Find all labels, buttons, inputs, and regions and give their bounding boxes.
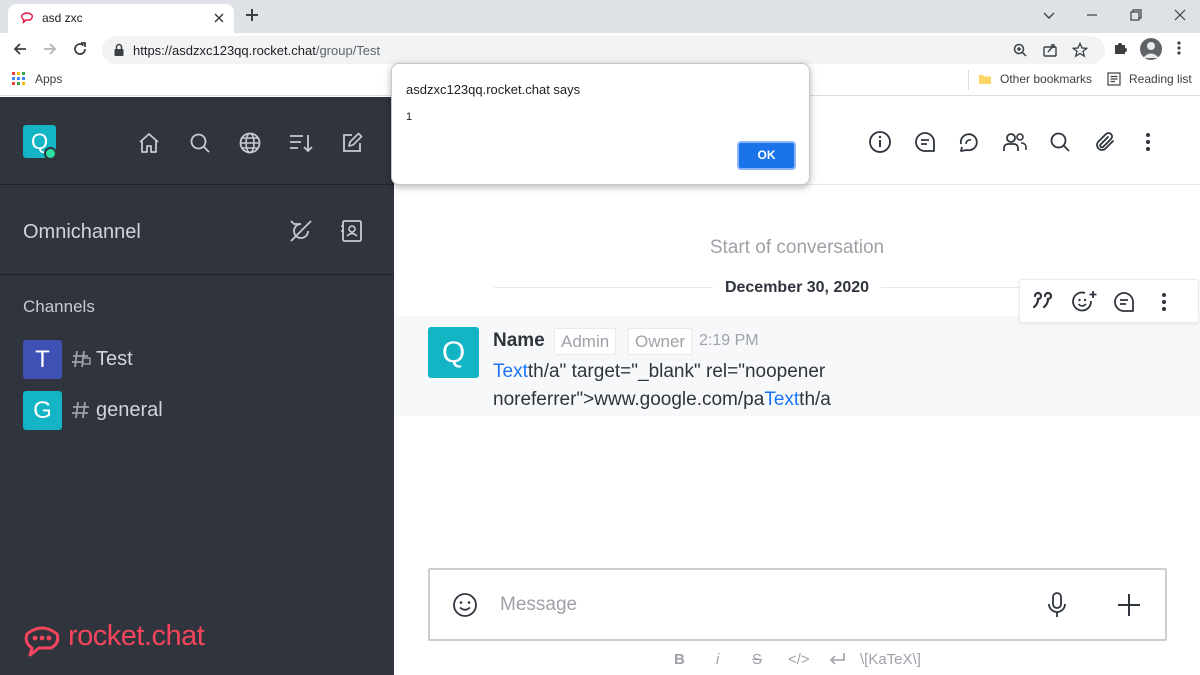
reading-list-icon (1107, 72, 1121, 86)
minimize-icon[interactable] (1085, 8, 1099, 22)
private-hash-icon (71, 348, 91, 370)
tab-title: asd zxc (42, 11, 83, 25)
profile-avatar-icon[interactable] (1140, 38, 1162, 60)
room-info-icon[interactable] (868, 130, 892, 154)
code-button[interactable]: </> (788, 651, 810, 668)
katex-button[interactable]: \[KaTeX\] (860, 651, 921, 668)
share-icon[interactable] (1042, 42, 1058, 58)
browser-tab-strip: asd zxc (0, 0, 1200, 33)
home-icon[interactable] (137, 131, 161, 155)
apps-grid-icon (12, 72, 25, 85)
new-tab-plus-icon[interactable] (244, 7, 260, 23)
sidebar-header: Q (0, 97, 394, 185)
browser-toolbar: https://asdzxc123qq.rocket.chat/group/Te… (0, 33, 1200, 65)
rocket-chat-wordmark: rocket.chat (68, 620, 205, 652)
search-icon[interactable] (188, 131, 212, 155)
formatting-toolbar: B i S </> \[KaTeX\] (394, 648, 1200, 672)
address-bar[interactable]: https://asdzxc123qq.rocket.chat/group/Te… (102, 36, 1105, 64)
forward-arrow-icon[interactable] (42, 41, 58, 57)
message-input[interactable]: Message (500, 594, 577, 616)
message-timestamp: 2:19 PM (699, 332, 759, 349)
sort-icon[interactable] (288, 131, 314, 155)
italic-button[interactable]: i (716, 651, 719, 668)
channel-avatar: T (23, 340, 62, 379)
sidebar-item-test[interactable]: T Test (0, 340, 394, 384)
dialog-message: 1 (406, 111, 413, 123)
microphone-icon[interactable] (1047, 591, 1067, 619)
message-kebab-icon[interactable] (1161, 290, 1167, 314)
zoom-icon[interactable] (1012, 42, 1028, 58)
message[interactable]: Q Name Admin Owner 2:19 PM Textth/a" tar… (394, 316, 1200, 416)
files-paperclip-icon[interactable] (1093, 130, 1117, 154)
kebab-menu-icon[interactable] (1145, 130, 1151, 154)
chrome-menu-icon[interactable] (1176, 40, 1182, 56)
plus-actions-icon[interactable] (1116, 592, 1142, 618)
bookmarks-divider (968, 70, 969, 90)
role-badge-owner: Owner (628, 328, 693, 355)
room-search-icon[interactable] (1048, 130, 1072, 154)
omnichannel-offline-icon[interactable] (288, 218, 314, 244)
message-link[interactable]: Text (764, 389, 799, 410)
members-icon[interactable] (1002, 130, 1028, 154)
lock-icon (113, 43, 125, 57)
multiline-return-icon[interactable] (828, 651, 846, 667)
bookmark-star-icon[interactable] (1072, 42, 1088, 58)
dialog-ok-button[interactable]: OK (737, 141, 796, 170)
channels-section-title: Channels (23, 297, 95, 316)
message-author[interactable]: Name (493, 330, 545, 352)
message-avatar[interactable]: Q (428, 327, 479, 378)
sidebar: Q Omnichannel Channels T Test G general … (0, 97, 394, 675)
channel-name: Test (96, 348, 133, 370)
sidebar-item-general[interactable]: G general (0, 391, 394, 435)
add-reaction-icon[interactable] (1072, 290, 1098, 314)
tab-search-chevron-icon[interactable] (1042, 8, 1056, 22)
tab-close-icon[interactable] (213, 12, 225, 24)
message-action-toolbar (1019, 279, 1199, 323)
message-composer[interactable]: Message (428, 568, 1167, 641)
url-text: https://asdzxc123qq.rocket.chat/group/Te… (133, 43, 381, 58)
emoji-picker-icon[interactable] (452, 592, 478, 618)
rocket-chat-favicon-icon (20, 11, 34, 25)
reply-thread-icon[interactable] (1112, 290, 1136, 314)
back-arrow-icon[interactable] (12, 41, 28, 57)
rocket-chat-logo-icon (23, 623, 61, 657)
apps-label: Apps (35, 72, 63, 86)
restore-icon[interactable] (1129, 8, 1143, 22)
quote-icon[interactable] (1032, 290, 1056, 312)
extensions-puzzle-icon[interactable] (1112, 40, 1128, 56)
channel-name: general (96, 399, 163, 421)
threads-icon[interactable] (913, 130, 937, 154)
reload-icon[interactable] (72, 41, 88, 57)
channel-avatar: G (23, 391, 62, 430)
role-badge-admin: Admin (554, 328, 617, 355)
online-status-dot (44, 147, 57, 160)
alert-dialog: asdzxc123qq.rocket.chat says 1 OK (391, 63, 810, 185)
create-new-pencil-icon[interactable] (340, 131, 364, 155)
hash-icon (71, 399, 91, 421)
strike-button[interactable]: S (752, 651, 762, 668)
start-of-conversation: Start of conversation (709, 237, 885, 258)
contact-center-icon[interactable] (340, 218, 364, 244)
folder-icon (979, 75, 991, 84)
apps-bookmark[interactable]: Apps (12, 72, 62, 86)
bold-button[interactable]: B (674, 651, 685, 668)
message-body: Textth/a" target="_blank" rel="noopener … (493, 361, 831, 410)
window-close-icon[interactable] (1173, 8, 1187, 22)
browser-tab[interactable]: asd zxc (8, 4, 234, 33)
message-link[interactable]: Text (493, 361, 528, 382)
dialog-title: asdzxc123qq.rocket.chat says (406, 82, 581, 97)
omnichannel-label: Omnichannel (23, 221, 141, 243)
omnichannel-section: Omnichannel (0, 185, 394, 275)
directory-globe-icon[interactable] (238, 131, 262, 155)
discussion-icon[interactable] (957, 130, 981, 154)
